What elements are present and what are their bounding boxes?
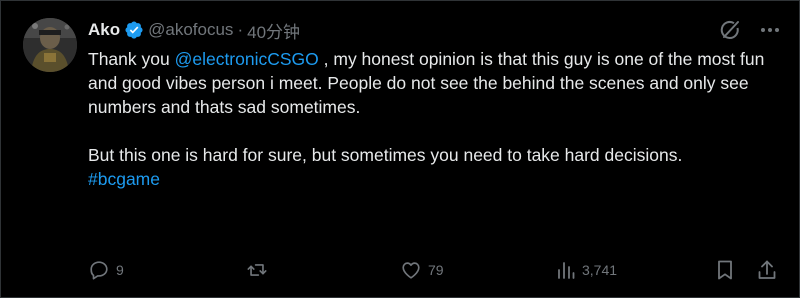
bookmark-button[interactable] xyxy=(715,258,735,282)
verified-badge-icon xyxy=(124,20,144,40)
text-before-mention: Thank you xyxy=(88,49,175,69)
tweet-timestamp[interactable]: 40分钟 xyxy=(247,18,300,43)
retweet-button[interactable] xyxy=(245,258,275,282)
share-button[interactable] xyxy=(756,258,778,282)
tweet-text: Thank you @electronicCSGO , my honest op… xyxy=(88,47,778,191)
tweet-card[interactable]: Ako @akofocus · 40分钟 Thank you @electron… xyxy=(0,0,800,298)
mention-link[interactable]: @electronicCSGO xyxy=(175,49,319,69)
reply-button[interactable]: 9 xyxy=(88,258,124,282)
reply-count: 9 xyxy=(116,262,124,278)
retweet-icon xyxy=(245,259,269,281)
author-handle[interactable]: @akofocus xyxy=(148,20,233,40)
bookmark-icon xyxy=(715,259,735,281)
reply-icon xyxy=(88,259,110,281)
hashtag-link[interactable]: #bcgame xyxy=(88,167,778,191)
tweet-header: Ako @akofocus · 40分钟 xyxy=(88,18,300,42)
share-icon xyxy=(756,259,778,281)
action-bar: 9 79 3,741 xyxy=(88,258,783,282)
views-count: 3,741 xyxy=(582,262,618,278)
tweet-paragraph-1: Thank you @electronicCSGO , my honest op… xyxy=(88,47,778,119)
tweet-paragraph-2: But this one is hard for sure, but somet… xyxy=(88,145,683,165)
like-count: 79 xyxy=(428,262,444,278)
more-icon[interactable] xyxy=(758,19,782,41)
grok-icon[interactable] xyxy=(719,19,741,41)
avatar-image xyxy=(23,18,77,72)
heart-icon xyxy=(400,259,422,281)
views-button[interactable]: 3,741 xyxy=(556,258,617,282)
views-bar-chart-icon xyxy=(556,259,576,281)
like-button[interactable]: 79 xyxy=(400,258,444,282)
author-name[interactable]: Ako xyxy=(88,20,120,40)
avatar[interactable] xyxy=(23,18,77,72)
header-separator: · xyxy=(237,20,244,39)
